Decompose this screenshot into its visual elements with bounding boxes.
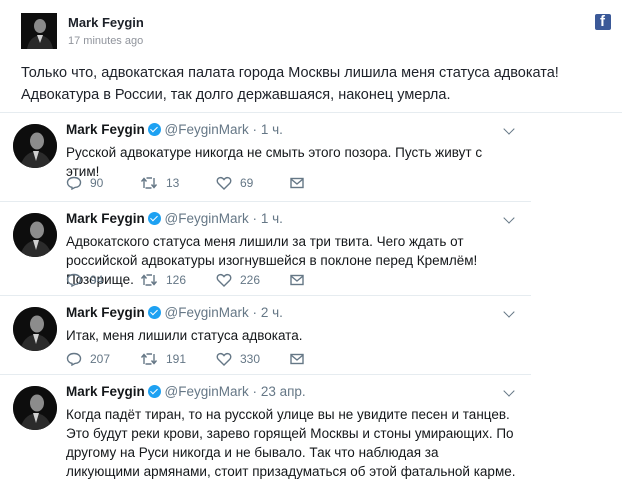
tweet-card[interactable]: Mark Feygin @FeyginMark · 2 ч. Итак, мен… [0, 296, 531, 375]
heart-icon [216, 176, 232, 190]
tweet-timestamp[interactable]: 2 ч. [261, 305, 283, 320]
tweet-handle[interactable]: @FeyginMark [165, 305, 249, 320]
like-button[interactable]: 69 [216, 176, 270, 190]
retweet-icon [140, 177, 158, 189]
facebook-icon: f [595, 13, 611, 30]
like-button[interactable]: 226 [216, 273, 270, 287]
tweet-card[interactable]: Mark Feygin @FeyginMark · 1 ч. Адвокатск… [0, 202, 531, 296]
author-avatar[interactable] [21, 13, 57, 49]
verified-badge-icon [147, 123, 161, 136]
separator-dot: · [252, 305, 258, 320]
heart-icon [216, 273, 232, 287]
chevron-down-icon[interactable] [503, 306, 515, 318]
tweet-card[interactable]: Mark Feygin @FeyginMark · 23 апр. Когда … [0, 375, 531, 493]
message-button[interactable] [290, 274, 312, 286]
reply-icon [66, 176, 82, 190]
like-count: 69 [240, 176, 254, 190]
retweet-icon [140, 353, 158, 365]
avatar-photo [13, 124, 57, 168]
avatar-photo [13, 386, 57, 430]
tweet-actions: 94 126 226 [66, 272, 332, 288]
retweet-count: 191 [166, 352, 187, 366]
separator-dot: · [252, 122, 258, 137]
like-button[interactable]: 330 [216, 352, 270, 366]
retweet-button[interactable]: 191 [140, 352, 196, 366]
reply-button[interactable]: 90 [66, 176, 120, 190]
facebook-post: Mark Feygin 17 minutes ago f Только что,… [0, 0, 622, 113]
envelope-icon [290, 177, 304, 189]
message-button[interactable] [290, 353, 312, 365]
tweet-actions: 207 191 330 [66, 351, 332, 367]
tweet-header: Mark Feygin @FeyginMark · 23 апр. [66, 384, 306, 399]
chevron-down-icon[interactable] [503, 212, 515, 224]
like-count: 226 [240, 273, 261, 287]
tweet-avatar[interactable] [13, 213, 57, 257]
tweet-avatar[interactable] [13, 124, 57, 168]
tweet-actions: 90 13 69 [66, 175, 332, 191]
reply-icon [66, 352, 82, 366]
tweet-handle[interactable]: @FeyginMark [165, 122, 249, 137]
chevron-down-icon[interactable] [503, 123, 515, 135]
chevron-down-icon[interactable] [503, 385, 515, 397]
tweet-author-name[interactable]: Mark Feygin [66, 384, 145, 399]
tweet-header: Mark Feygin @FeyginMark · 1 ч. [66, 122, 283, 137]
message-button[interactable] [290, 177, 312, 189]
verified-badge-icon [147, 306, 161, 319]
envelope-icon [290, 274, 304, 286]
tweet-avatar[interactable] [13, 386, 57, 430]
verified-badge-icon [147, 385, 161, 398]
tweet-header: Mark Feygin @FeyginMark · 1 ч. [66, 211, 283, 226]
tweet-author-name[interactable]: Mark Feygin [66, 305, 145, 320]
tweet-author-name[interactable]: Mark Feygin [66, 211, 145, 226]
reply-count: 90 [90, 176, 104, 190]
envelope-icon [290, 353, 304, 365]
retweet-icon [140, 274, 158, 286]
tweet-header: Mark Feygin @FeyginMark · 2 ч. [66, 305, 283, 320]
avatar-photo [21, 13, 57, 49]
post-text: Только что, адвокатская палата города Мо… [21, 65, 559, 103]
reply-count: 94 [90, 273, 104, 287]
avatar-photo [13, 213, 57, 257]
tweet-handle[interactable]: @FeyginMark [165, 384, 249, 399]
reply-button[interactable]: 94 [66, 273, 120, 287]
like-count: 330 [240, 352, 261, 366]
verified-badge-icon [147, 212, 161, 225]
reply-icon [66, 273, 82, 287]
author-name[interactable]: Mark Feygin [68, 15, 144, 30]
retweet-count: 13 [166, 176, 180, 190]
tweet-text: Когда падёт тиран, то на русской улице в… [66, 407, 516, 479]
avatar-photo [13, 307, 57, 351]
retweet-count: 126 [166, 273, 187, 287]
retweet-button[interactable]: 13 [140, 176, 196, 190]
tweet-timestamp[interactable]: 1 ч. [261, 211, 283, 226]
reply-count: 207 [90, 352, 111, 366]
tweet-text: Итак, меня лишили статуса адвоката. [66, 328, 303, 343]
separator-dot: · [252, 211, 258, 226]
tweet-timestamp[interactable]: 23 апр. [261, 384, 306, 399]
tweet-handle[interactable]: @FeyginMark [165, 211, 249, 226]
retweet-button[interactable]: 126 [140, 273, 196, 287]
tweet-author-name[interactable]: Mark Feygin [66, 122, 145, 137]
tweet-card[interactable]: Mark Feygin @FeyginMark · 1 ч. Русской а… [0, 113, 531, 202]
separator-dot: · [252, 384, 258, 399]
post-timestamp[interactable]: 17 minutes ago [68, 35, 143, 47]
tweet-avatar[interactable] [13, 307, 57, 351]
heart-icon [216, 352, 232, 366]
reply-button[interactable]: 207 [66, 352, 120, 366]
tweet-timestamp[interactable]: 1 ч. [261, 122, 283, 137]
